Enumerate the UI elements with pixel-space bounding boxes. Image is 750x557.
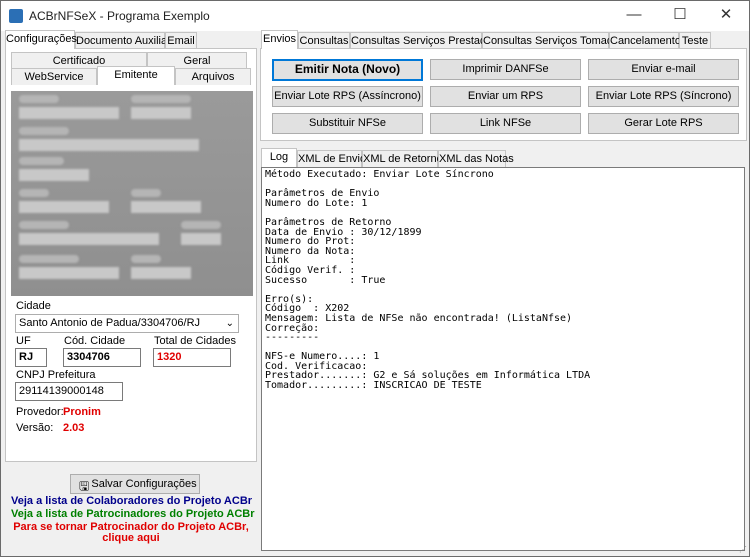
enviar-lote-assincrono-button[interactable]: Enviar Lote RPS (Assíncrono) <box>272 86 423 107</box>
tab-teste[interactable]: Teste <box>679 32 711 49</box>
log-textarea[interactable]: Método Executado: Enviar Lote Síncrono P… <box>261 167 745 551</box>
tab-xml-retorno[interactable]: XML de Retorno <box>362 150 443 167</box>
app-icon <box>9 9 23 23</box>
provedor-label: Provedor: <box>16 406 64 418</box>
tab-email[interactable]: Email <box>165 32 197 49</box>
patrocinadores-link[interactable]: Veja a lista de Patrocinadores do Projet… <box>11 508 255 520</box>
chevron-down-icon: ⌄ <box>225 318 234 329</box>
tab-xml-notas[interactable]: XML das Notas <box>438 150 514 167</box>
tab-documento-auxiliar[interactable]: Documento Auxiliar <box>75 32 171 49</box>
maximize-button[interactable]: ☐ <box>657 1 703 31</box>
total-cidades-field: 1320 <box>153 348 231 367</box>
cidade-select[interactable]: Santo Antonio de Padua/3304706/RJ ⌄ <box>15 314 239 333</box>
tab-webservice[interactable]: WebService <box>11 68 97 85</box>
cidade-value: Santo Antonio de Padua/3304706/RJ <box>19 317 201 329</box>
cod-cidade-field[interactable]: 3304706 <box>63 348 141 367</box>
enviar-lote-sincrono-button[interactable]: Enviar Lote RPS (Síncrono) <box>588 86 739 107</box>
enviar-email-button[interactable]: Enviar e-mail <box>588 59 739 80</box>
tab-log[interactable]: Log <box>261 148 297 167</box>
save-icon: 🖫 <box>79 479 90 493</box>
patrocinar-link-line2[interactable]: clique aqui <box>11 532 251 544</box>
enviar-um-rps-button[interactable]: Enviar um RPS <box>430 86 581 107</box>
blurred-emitente-fields <box>11 91 253 296</box>
log-text: Método Executado: Enviar Lote Síncrono P… <box>265 169 591 392</box>
salvar-configuracoes-button[interactable]: 🖫 Salvar Configurações <box>70 474 200 494</box>
uf-field[interactable]: RJ <box>15 348 47 367</box>
app-window: ACBrNFSeX - Programa Exemplo — ☐ ✕ Confi… <box>0 0 750 557</box>
minimize-button[interactable]: — <box>611 1 657 31</box>
versao-label: Versão: <box>16 422 54 434</box>
provedor-value: Pronim <box>63 406 101 418</box>
tab-xml-envio[interactable]: XML de Envio <box>297 150 366 167</box>
resize-grip-icon[interactable]: ⋰ <box>739 546 747 554</box>
cod-cidade-label: Cód. Cidade <box>64 335 126 347</box>
tab-arquivos[interactable]: Arquivos <box>175 68 251 85</box>
imprimir-danfse-button[interactable]: Imprimir DANFSe <box>430 59 581 80</box>
total-cidades-label: Total de Cidades <box>154 335 236 347</box>
salvar-configuracoes-label: Salvar Configurações <box>91 478 197 490</box>
tab-consultas-servicos-prestados[interactable]: Consultas Serviços Prestados <box>350 32 498 49</box>
uf-label: UF <box>16 335 31 347</box>
colaboradores-link[interactable]: Veja a lista de Colaboradores do Projeto… <box>11 495 252 507</box>
substituir-nfse-button[interactable]: Substituir NFSe <box>272 113 423 134</box>
gerar-lote-rps-button[interactable]: Gerar Lote RPS <box>588 113 739 134</box>
link-nfse-button[interactable]: Link NFSe <box>430 113 581 134</box>
cnpj-prefeitura-field[interactable]: 29114139000148 <box>15 382 123 401</box>
tab-emitente[interactable]: Emitente <box>97 66 175 85</box>
tab-consultas-servicos-tomados[interactable]: Consultas Serviços Tomados <box>482 32 625 49</box>
title-bar: ACBrNFSeX - Programa Exemplo — ☐ ✕ <box>1 1 749 31</box>
tab-configuracoes[interactable]: Configurações <box>5 30 77 49</box>
cidade-label: Cidade <box>16 300 51 312</box>
tab-cancelamento[interactable]: Cancelamento <box>609 32 681 49</box>
versao-value: 2.03 <box>63 422 85 434</box>
close-button[interactable]: ✕ <box>703 1 749 31</box>
emitir-nota-button[interactable]: Emitir Nota (Novo) <box>272 59 423 81</box>
window-title: ACBrNFSeX - Programa Exemplo <box>29 9 210 23</box>
tab-consultas[interactable]: Consultas <box>298 32 350 49</box>
cnpj-prefeitura-label: CNPJ Prefeitura <box>16 369 96 381</box>
tab-envios[interactable]: Envios <box>261 30 298 49</box>
